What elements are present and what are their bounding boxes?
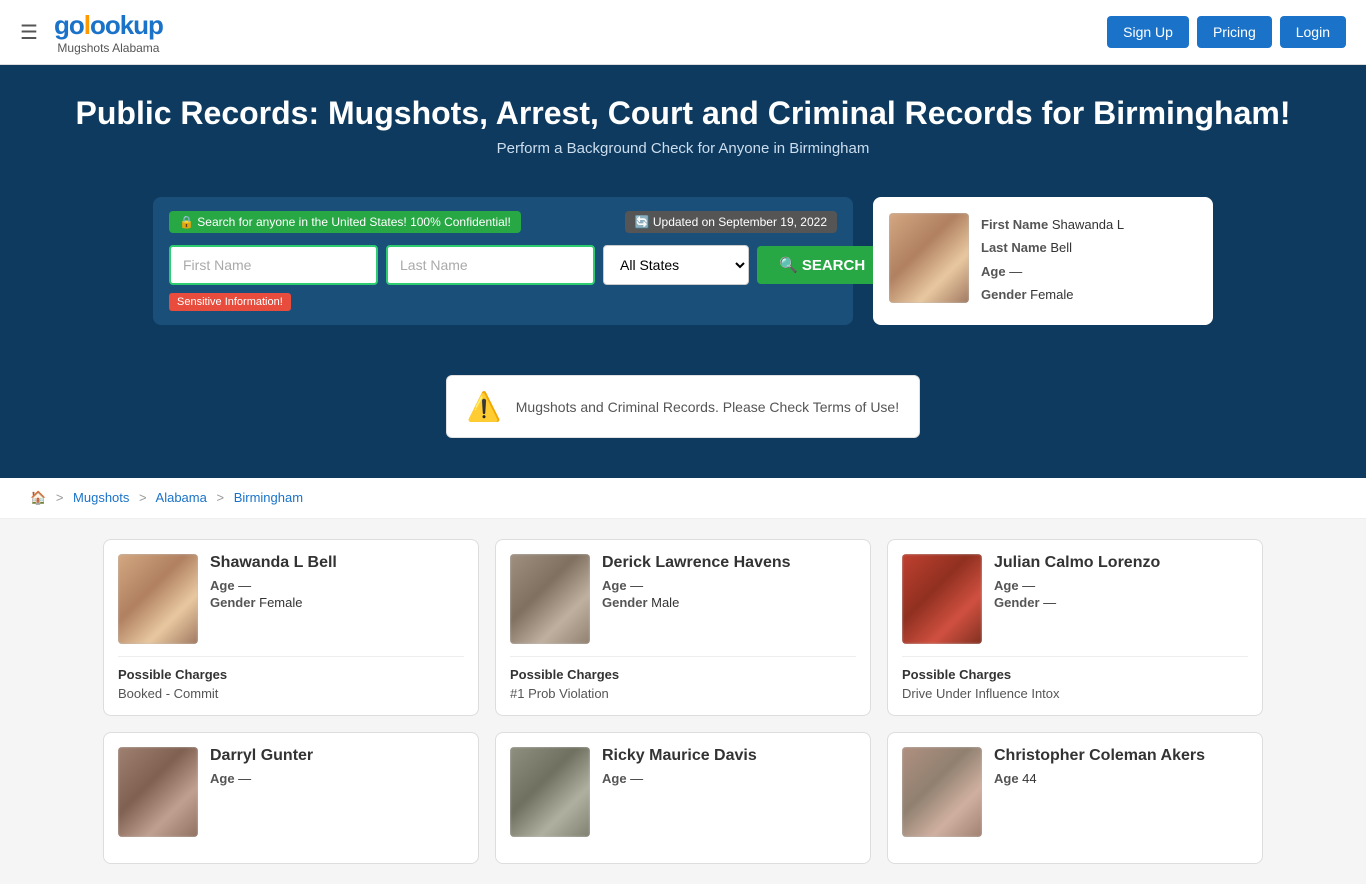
person-card[interactable]: Christopher Coleman Akers Age 44 <box>887 732 1263 864</box>
person-card[interactable]: Shawanda L Bell Age — Gender Female Poss… <box>103 539 479 716</box>
charges-value: Drive Under Influence Intox <box>902 686 1248 701</box>
person-age: Age — <box>210 578 337 593</box>
cards-grid: Shawanda L Bell Age — Gender Female Poss… <box>103 539 1263 864</box>
person-age: Age — <box>210 771 313 786</box>
person-card-top: Julian Calmo Lorenzo Age — Gender — <box>902 554 1248 644</box>
side-first-name: First Name Shawanda L <box>981 213 1124 236</box>
side-card-avatar <box>889 213 969 303</box>
person-gender: Gender Male <box>602 595 791 610</box>
person-info: Darryl Gunter Age — <box>210 747 313 837</box>
person-name: Julian Calmo Lorenzo <box>994 554 1160 572</box>
person-info: Ricky Maurice Davis Age — <box>602 747 757 837</box>
first-name-input[interactable] <box>169 245 378 285</box>
person-age: Age — <box>994 578 1160 593</box>
person-avatar <box>510 554 590 644</box>
person-age: Age — <box>602 578 791 593</box>
hero-section: Public Records: Mugshots, Arrest, Court … <box>0 65 1366 197</box>
breadcrumb-mugshots[interactable]: Mugshots <box>73 490 129 505</box>
person-info: Derick Lawrence Havens Age — Gender Male <box>602 554 791 644</box>
person-name: Derick Lawrence Havens <box>602 554 791 572</box>
breadcrumb-alabama[interactable]: Alabama <box>156 490 207 505</box>
hamburger-icon[interactable]: ☰ <box>20 20 38 45</box>
person-gender: Gender — <box>994 595 1160 610</box>
navbar-right: Sign Up Pricing Login <box>1107 16 1346 48</box>
login-button[interactable]: Login <box>1280 16 1346 48</box>
side-age: Age — <box>981 260 1124 283</box>
logo[interactable]: golookup Mugshots Alabama <box>54 10 163 55</box>
side-card[interactable]: First Name Shawanda L Last Name Bell Age… <box>873 197 1213 325</box>
charges-label: Possible Charges <box>118 656 464 682</box>
person-card-top: Shawanda L Bell Age — Gender Female <box>118 554 464 644</box>
breadcrumb-sep3: > <box>216 490 224 505</box>
person-info: Christopher Coleman Akers Age 44 <box>994 747 1205 837</box>
warning-icon: ⚠️ <box>467 390 502 423</box>
charges-value: Booked - Commit <box>118 686 464 701</box>
warning-bar: ⚠️ Mugshots and Criminal Records. Please… <box>446 375 920 438</box>
person-card[interactable]: Ricky Maurice Davis Age — <box>495 732 871 864</box>
breadcrumb: 🏠 > Mugshots > Alabama > Birmingham <box>0 478 1366 519</box>
person-name: Ricky Maurice Davis <box>602 747 757 765</box>
person-avatar <box>118 554 198 644</box>
state-select[interactable]: All StatesAlabamaAlaskaArizonaArkansasCa… <box>603 245 749 285</box>
breadcrumb-birmingham[interactable]: Birmingham <box>234 490 303 505</box>
person-card-top: Darryl Gunter Age — <box>118 747 464 837</box>
sensitive-badge: Sensitive Information! <box>169 293 291 311</box>
content: Shawanda L Bell Age — Gender Female Poss… <box>83 519 1283 884</box>
person-name: Shawanda L Bell <box>210 554 337 572</box>
main-wrapper: Shawanda L Bell Age — Gender Female Poss… <box>0 519 1366 884</box>
warning-text: Mugshots and Criminal Records. Please Ch… <box>516 399 899 415</box>
pricing-button[interactable]: Pricing <box>1197 16 1272 48</box>
person-age: Age 44 <box>994 771 1205 786</box>
breadcrumb-home[interactable]: 🏠 <box>30 490 46 505</box>
logo-subtitle: Mugshots Alabama <box>54 41 163 55</box>
hero-subtitle: Perform a Background Check for Anyone in… <box>20 140 1346 157</box>
charges-label: Possible Charges <box>902 656 1248 682</box>
logo-text: golookup <box>54 10 163 41</box>
person-card-top: Ricky Maurice Davis Age — <box>510 747 856 837</box>
search-notice-update: 🔄 Updated on September 19, 2022 <box>625 211 837 233</box>
search-section: 🔒 Search for anyone in the United States… <box>0 197 1366 355</box>
navbar-left: ☰ golookup Mugshots Alabama <box>20 10 163 55</box>
breadcrumb-sep1: > <box>56 490 64 505</box>
signup-button[interactable]: Sign Up <box>1107 16 1189 48</box>
charges-value: #1 Prob Violation <box>510 686 856 701</box>
charges-label: Possible Charges <box>510 656 856 682</box>
breadcrumb-sep2: > <box>139 490 147 505</box>
side-card-info: First Name Shawanda L Last Name Bell Age… <box>981 213 1124 307</box>
person-card-top: Derick Lawrence Havens Age — Gender Male <box>510 554 856 644</box>
person-avatar <box>902 747 982 837</box>
person-info: Julian Calmo Lorenzo Age — Gender — <box>994 554 1160 644</box>
person-card[interactable]: Julian Calmo Lorenzo Age — Gender — Poss… <box>887 539 1263 716</box>
side-last-name: Last Name Bell <box>981 236 1124 259</box>
search-notice-green: 🔒 Search for anyone in the United States… <box>169 211 521 233</box>
person-avatar <box>510 747 590 837</box>
person-card-top: Christopher Coleman Akers Age 44 <box>902 747 1248 837</box>
person-avatar <box>118 747 198 837</box>
person-gender: Gender Female <box>210 595 337 610</box>
person-age: Age — <box>602 771 757 786</box>
search-inputs: All StatesAlabamaAlaskaArizonaArkansasCa… <box>169 245 837 285</box>
person-name: Darryl Gunter <box>210 747 313 765</box>
person-name: Christopher Coleman Akers <box>994 747 1205 765</box>
navbar: ☰ golookup Mugshots Alabama Sign Up Pric… <box>0 0 1366 65</box>
person-card[interactable]: Darryl Gunter Age — <box>103 732 479 864</box>
person-info: Shawanda L Bell Age — Gender Female <box>210 554 337 644</box>
last-name-input[interactable] <box>386 245 595 285</box>
search-notices: 🔒 Search for anyone in the United States… <box>169 211 837 237</box>
person-avatar <box>902 554 982 644</box>
hero-title: Public Records: Mugshots, Arrest, Court … <box>20 95 1346 132</box>
search-button[interactable]: 🔍 SEARCH <box>757 246 887 284</box>
person-card[interactable]: Derick Lawrence Havens Age — Gender Male… <box>495 539 871 716</box>
search-box: 🔒 Search for anyone in the United States… <box>153 197 853 325</box>
side-gender: Gender Female <box>981 283 1124 306</box>
